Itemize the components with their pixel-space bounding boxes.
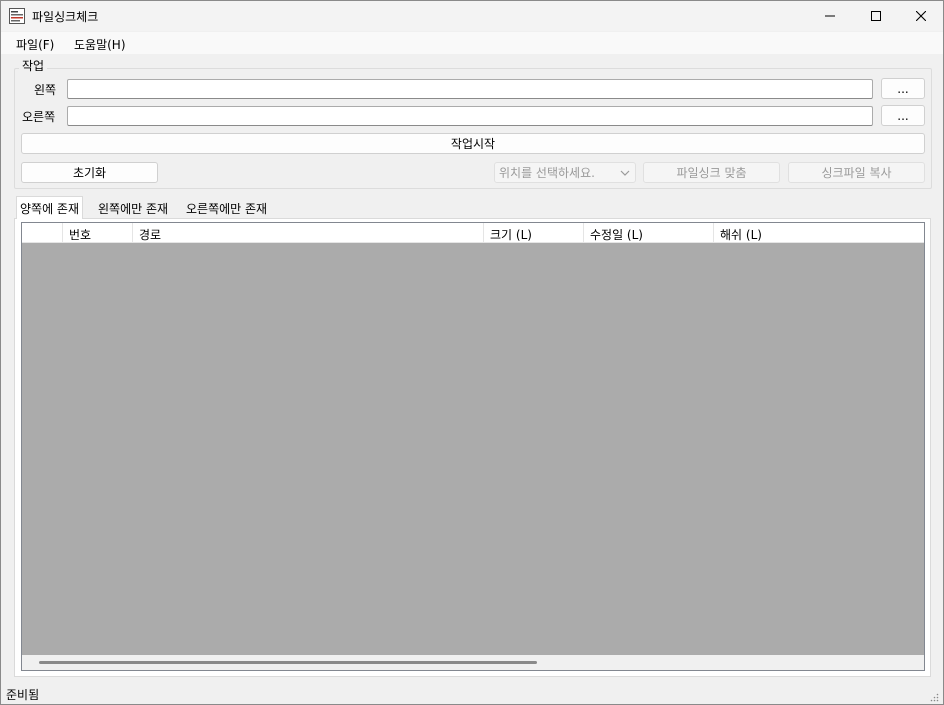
window-title: 파일싱크체크 xyxy=(32,10,99,24)
column-header-number[interactable]: 번호 xyxy=(63,223,133,243)
menu-help[interactable]: 도움말(H) xyxy=(74,36,126,53)
chevron-down-icon xyxy=(620,167,630,181)
maximize-icon xyxy=(871,11,881,21)
resize-grip-icon[interactable] xyxy=(929,691,939,702)
menu-file[interactable]: 파일(F) xyxy=(16,36,54,53)
app-icon xyxy=(9,8,25,24)
left-browse-button[interactable]: ... xyxy=(881,78,925,99)
title-bar[interactable]: 파일싱크체크 xyxy=(1,1,943,31)
right-path-input[interactable] xyxy=(67,106,873,126)
column-header-hash[interactable]: 해쉬 (L) xyxy=(714,223,924,243)
right-browse-button[interactable]: ... xyxy=(881,105,925,126)
menu-bar: 파일(F) 도움말(H) xyxy=(1,32,943,54)
left-label: 왼쪽 xyxy=(34,83,57,97)
status-text: 준비됨 xyxy=(6,688,40,702)
column-header-select[interactable] xyxy=(22,223,63,243)
column-header-path[interactable]: 경로 xyxy=(133,223,484,243)
close-button[interactable] xyxy=(898,1,944,31)
tab-both[interactable]: 양쪽에 존재 xyxy=(16,196,84,219)
file-list[interactable]: 번호 경로 크기 (L) 수정일 (L) 해쉬 (L) xyxy=(21,222,925,671)
horizontal-scrollbar[interactable] xyxy=(22,655,924,670)
reset-button[interactable]: 초기화 xyxy=(21,162,158,183)
scrollbar-thumb[interactable] xyxy=(39,661,537,664)
sync-match-button[interactable]: 파일싱크 맞춤 xyxy=(643,162,780,183)
minimize-icon xyxy=(825,15,835,17)
right-label: 오른쪽 xyxy=(22,110,56,124)
main-window: 파일싱크체크 파일(F) 도움말(H) 작업 왼쪽 ... 오른쪽 ... 작업… xyxy=(0,0,944,705)
location-select-value: 위치를 선택하세요. xyxy=(499,166,595,180)
list-header: 번호 경로 크기 (L) 수정일 (L) 해쉬 (L) xyxy=(22,223,924,243)
tab-right-only[interactable]: 오른쪽에만 존재 xyxy=(183,197,270,218)
minimize-button[interactable] xyxy=(807,1,853,31)
close-icon xyxy=(916,11,926,21)
task-group-title: 작업 xyxy=(19,57,48,74)
tab-left-only[interactable]: 왼쪽에만 존재 xyxy=(95,197,171,218)
sync-copy-button[interactable]: 싱크파일 복사 xyxy=(788,162,925,183)
column-header-size[interactable]: 크기 (L) xyxy=(484,223,584,243)
maximize-button[interactable] xyxy=(853,1,899,31)
left-path-input[interactable] xyxy=(67,79,873,99)
column-header-modified[interactable]: 수정일 (L) xyxy=(584,223,714,243)
start-task-button[interactable]: 작업시작 xyxy=(21,133,925,154)
location-select[interactable]: 위치를 선택하세요. xyxy=(494,162,636,183)
